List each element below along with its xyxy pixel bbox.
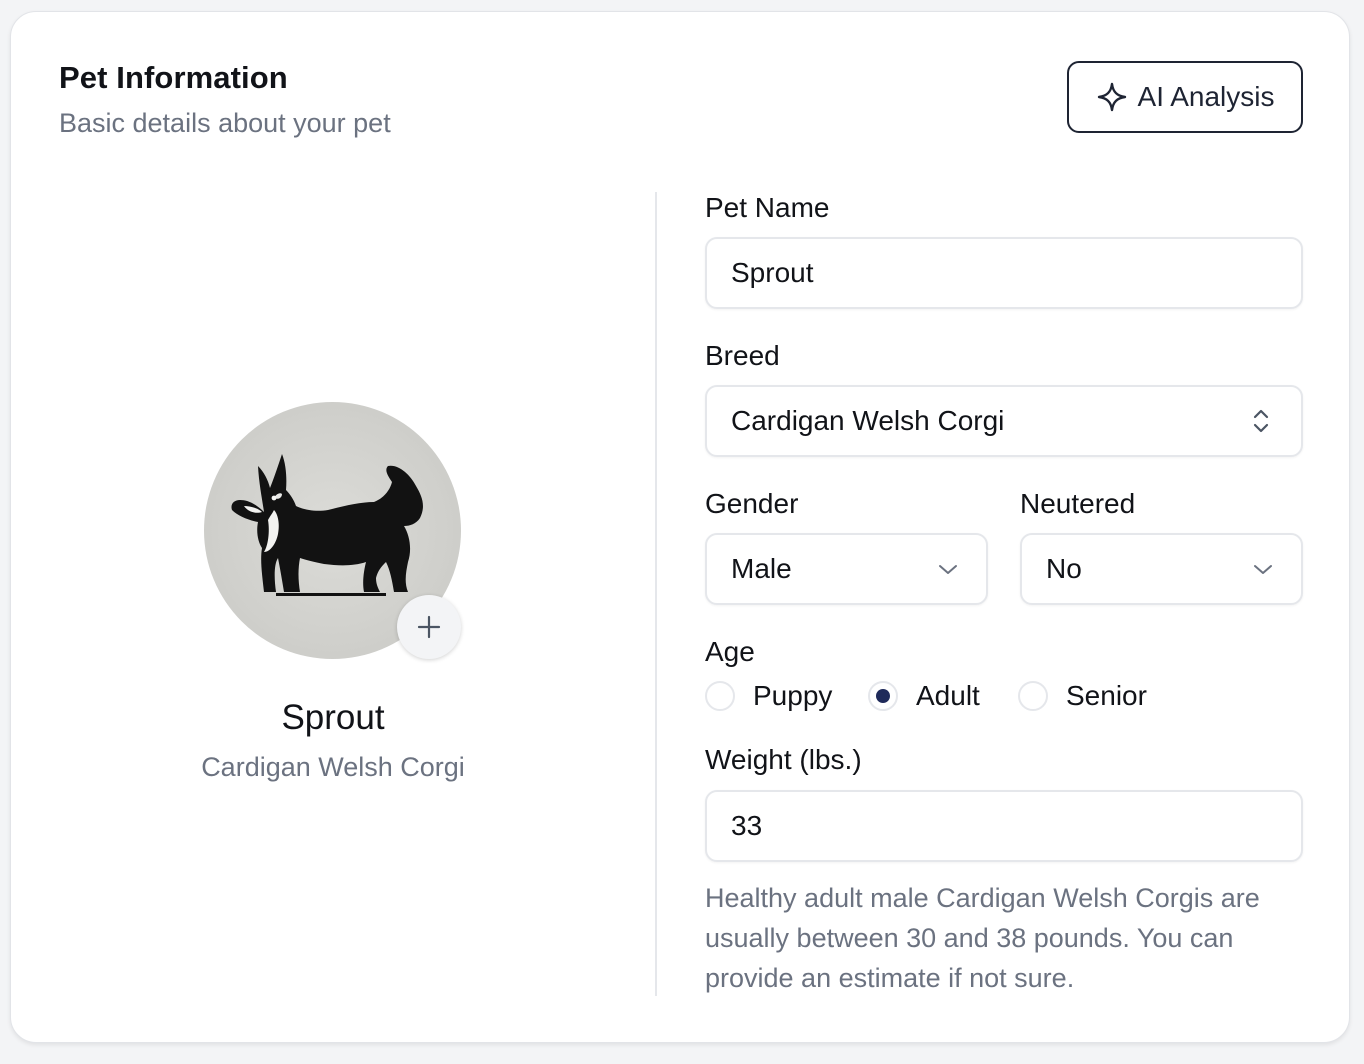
- age-option-senior[interactable]: Senior: [1018, 680, 1147, 712]
- breed-value: Cardigan Welsh Corgi: [731, 405, 1005, 436]
- radio-circle: [705, 681, 735, 711]
- gender-label: Gender: [705, 488, 799, 519]
- weight-label: Weight (lbs.): [705, 744, 862, 775]
- breed-label: Breed: [705, 340, 780, 371]
- age-option-label: Puppy: [753, 680, 833, 711]
- pet-name-input[interactable]: Sprout: [705, 237, 1303, 309]
- card-subtitle: Basic details about your pet: [59, 108, 391, 138]
- age-option-adult[interactable]: Adult: [868, 680, 980, 712]
- pet-information-card: Pet Information Basic details about your…: [10, 11, 1350, 1043]
- weight-helper-text: Healthy adult male Cardigan Welsh Corgis…: [705, 883, 1260, 993]
- pet-avatar-container: [204, 402, 461, 659]
- gender-value: Male: [731, 553, 792, 584]
- neutered-select[interactable]: No: [1020, 533, 1303, 605]
- radio-circle: [1018, 681, 1048, 711]
- chevron-up-down-icon: [1249, 406, 1273, 436]
- pet-breed-display: Cardigan Welsh Corgi: [201, 752, 465, 782]
- weight-input[interactable]: 33: [705, 790, 1303, 862]
- age-option-puppy[interactable]: Puppy: [705, 680, 832, 712]
- pet-name-display: Sprout: [281, 698, 385, 737]
- age-option-label: Adult: [916, 680, 980, 711]
- breed-select[interactable]: Cardigan Welsh Corgi: [705, 385, 1303, 457]
- radio-circle-selected: [868, 681, 898, 711]
- section-divider: [655, 192, 657, 996]
- chevron-down-icon: [1251, 557, 1275, 581]
- gender-select[interactable]: Male: [705, 533, 988, 605]
- add-photo-button[interactable]: [397, 595, 461, 659]
- ai-analysis-label: AI Analysis: [1137, 81, 1275, 112]
- plus-icon: [417, 615, 441, 639]
- pet-name-value: Sprout: [731, 257, 814, 288]
- card-title: Pet Information: [59, 60, 288, 95]
- radio-dot: [876, 689, 890, 703]
- neutered-label: Neutered: [1020, 488, 1136, 519]
- weight-value: 33: [731, 810, 763, 841]
- ai-analysis-button[interactable]: AI Analysis: [1067, 61, 1303, 133]
- age-option-label: Senior: [1066, 680, 1147, 711]
- age-label: Age: [705, 636, 755, 667]
- chevron-down-icon: [936, 557, 960, 581]
- pet-name-label: Pet Name: [705, 192, 830, 223]
- neutered-value: No: [1046, 553, 1082, 584]
- sparkle-icon: [1096, 81, 1128, 113]
